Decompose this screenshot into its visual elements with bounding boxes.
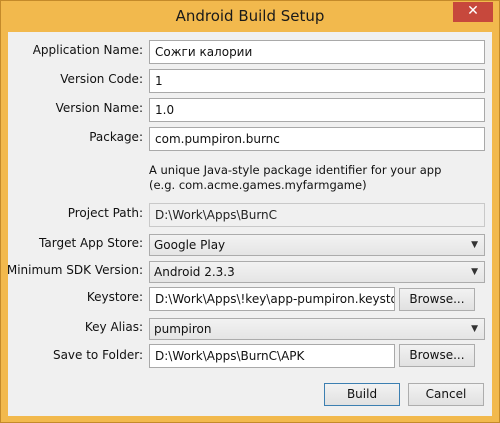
version-code-label: Version Code: xyxy=(60,72,143,86)
target-app-store-select[interactable]: Google Play ▼ xyxy=(149,234,485,256)
application-name-label: Application Name: xyxy=(32,43,143,57)
close-button[interactable]: ✕ xyxy=(453,2,493,22)
target-app-store-value: Google Play xyxy=(154,238,226,252)
package-hint: A unique Java-style package identifier f… xyxy=(149,163,441,193)
keystore-browse-button[interactable]: Browse... xyxy=(399,288,475,311)
min-sdk-label: Minimum SDK Version: xyxy=(6,263,143,277)
build-button[interactable]: Build xyxy=(324,383,400,406)
target-app-store-label: Target App Store: xyxy=(39,236,143,250)
min-sdk-value: Android 2.3.3 xyxy=(154,265,235,279)
keystore-field[interactable]: D:\Work\Apps\!key\app-pumpiron.keystore xyxy=(149,287,395,311)
package-field[interactable]: com.pumpiron.burnc xyxy=(149,127,485,151)
window-title: Android Build Setup xyxy=(175,7,325,25)
key-alias-value: pumpiron xyxy=(154,322,212,336)
version-name-label: Version Name: xyxy=(55,101,143,115)
dialog-client-area: Application Name: Сожги калории Version … xyxy=(6,32,492,416)
package-hint-line1: A unique Java-style package identifier f… xyxy=(149,163,442,177)
version-code-field[interactable]: 1 xyxy=(149,69,485,93)
project-path-label: Project Path: xyxy=(67,206,143,220)
package-hint-line2: (e.g. com.acme.games.myfarmgame) xyxy=(149,178,367,192)
application-name-field[interactable]: Сожги калории xyxy=(149,40,485,64)
chevron-down-icon: ▼ xyxy=(471,324,478,334)
keystore-label: Keystore: xyxy=(86,290,143,304)
close-icon: ✕ xyxy=(467,3,479,19)
version-name-field[interactable]: 1.0 xyxy=(149,98,485,122)
save-folder-field[interactable]: D:\Work\Apps\BurnC\APK xyxy=(149,344,395,368)
key-alias-select[interactable]: pumpiron ▼ xyxy=(149,318,485,340)
package-label: Package: xyxy=(89,130,143,144)
min-sdk-select[interactable]: Android 2.3.3 ▼ xyxy=(149,261,485,283)
project-path-field: D:\Work\Apps\BurnC xyxy=(149,203,485,227)
save-folder-browse-button[interactable]: Browse... xyxy=(399,344,475,367)
cancel-button[interactable]: Cancel xyxy=(408,383,484,406)
android-build-setup-window: Android Build Setup ✕ Application Name: … xyxy=(0,0,500,423)
chevron-down-icon: ▼ xyxy=(471,240,478,250)
chevron-down-icon: ▼ xyxy=(471,267,478,277)
save-folder-label: Save to Folder: xyxy=(52,348,143,362)
title-bar[interactable]: Android Build Setup ✕ xyxy=(1,1,499,32)
key-alias-label: Key Alias: xyxy=(84,320,143,334)
